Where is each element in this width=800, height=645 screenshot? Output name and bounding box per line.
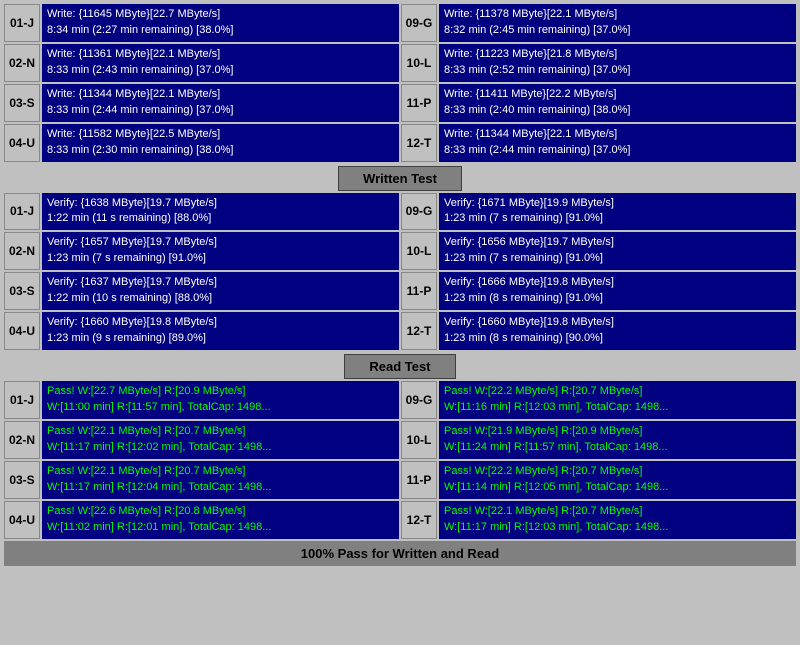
read-row-1: 01-J Pass! W:[22.7 MByte/s] R:[20.9 MByt…	[4, 381, 796, 419]
written-test-header: Written Test	[4, 166, 796, 191]
read-test-header: Read Test	[4, 354, 796, 379]
read-id-11p: 11-P	[401, 461, 437, 499]
main-container: 01-J Write: {11645 MByte}[22.7 MByte/s] …	[0, 0, 800, 570]
footer-bar: 100% Pass for Written and Read	[4, 541, 796, 566]
read-row-2: 02-N Pass! W:[22.1 MByte/s] R:[20.7 MByt…	[4, 421, 796, 459]
verify-data-03s: Verify: {1637 MByte}[19.7 MByte/s] 1:22 …	[42, 272, 399, 310]
write-data-12t: Write: {11344 MByte}[22.1 MByte/s] 8:33 …	[439, 124, 796, 162]
read-data-03s: Pass! W:[22.1 MByte/s] R:[20.7 MByte/s] …	[42, 461, 399, 499]
write-data-11p: Write: {11411 MByte}[22.2 MByte/s] 8:33 …	[439, 84, 796, 122]
read-data-01j: Pass! W:[22.7 MByte/s] R:[20.9 MByte/s] …	[42, 381, 399, 419]
write-id-09g: 09-G	[401, 4, 437, 42]
read-id-09g: 09-G	[401, 381, 437, 419]
verify-row-1: 01-J Verify: {1638 MByte}[19.7 MByte/s] …	[4, 193, 796, 231]
verify-id-09g: 09-G	[401, 193, 437, 231]
verify-data-02n: Verify: {1657 MByte}[19.7 MByte/s] 1:23 …	[42, 232, 399, 270]
read-data-11p: Pass! W:[22.2 MByte/s] R:[20.7 MByte/s] …	[439, 461, 796, 499]
verify-data-12t: Verify: {1660 MByte}[19.8 MByte/s] 1:23 …	[439, 312, 796, 350]
write-id-11p: 11-P	[401, 84, 437, 122]
write-id-10l: 10-L	[401, 44, 437, 82]
verify-row-4: 04-U Verify: {1660 MByte}[19.8 MByte/s] …	[4, 312, 796, 350]
read-id-03s: 03-S	[4, 461, 40, 499]
verify-id-03s: 03-S	[4, 272, 40, 310]
write-data-09g: Write: {11378 MByte}[22.1 MByte/s] 8:32 …	[439, 4, 796, 42]
read-section: 01-J Pass! W:[22.7 MByte/s] R:[20.9 MByt…	[4, 381, 796, 539]
read-id-02n: 02-N	[4, 421, 40, 459]
read-data-04u: Pass! W:[22.6 MByte/s] R:[20.8 MByte/s] …	[42, 501, 399, 539]
read-id-01j: 01-J	[4, 381, 40, 419]
verify-data-09g: Verify: {1671 MByte}[19.9 MByte/s] 1:23 …	[439, 193, 796, 231]
write-id-02n: 02-N	[4, 44, 40, 82]
verify-id-10l: 10-L	[401, 232, 437, 270]
verify-data-04u: Verify: {1660 MByte}[19.8 MByte/s] 1:23 …	[42, 312, 399, 350]
verify-id-02n: 02-N	[4, 232, 40, 270]
verify-data-11p: Verify: {1666 MByte}[19.8 MByte/s] 1:23 …	[439, 272, 796, 310]
verify-row-3: 03-S Verify: {1637 MByte}[19.7 MByte/s] …	[4, 272, 796, 310]
write-id-12t: 12-T	[401, 124, 437, 162]
verify-id-04u: 04-U	[4, 312, 40, 350]
verify-data-10l: Verify: {1656 MByte}[19.7 MByte/s] 1:23 …	[439, 232, 796, 270]
read-row-4: 04-U Pass! W:[22.6 MByte/s] R:[20.8 MByt…	[4, 501, 796, 539]
verify-data-01j: Verify: {1638 MByte}[19.7 MByte/s] 1:22 …	[42, 193, 399, 231]
write-data-03s: Write: {11344 MByte}[22.1 MByte/s] 8:33 …	[42, 84, 399, 122]
read-data-02n: Pass! W:[22.1 MByte/s] R:[20.7 MByte/s] …	[42, 421, 399, 459]
write-data-04u: Write: {11582 MByte}[22.5 MByte/s] 8:33 …	[42, 124, 399, 162]
verify-section: 01-J Verify: {1638 MByte}[19.7 MByte/s] …	[4, 193, 796, 351]
write-row-1: 01-J Write: {11645 MByte}[22.7 MByte/s] …	[4, 4, 796, 42]
verify-row-2: 02-N Verify: {1657 MByte}[19.7 MByte/s] …	[4, 232, 796, 270]
write-row-3: 03-S Write: {11344 MByte}[22.1 MByte/s] …	[4, 84, 796, 122]
read-row-3: 03-S Pass! W:[22.1 MByte/s] R:[20.7 MByt…	[4, 461, 796, 499]
write-id-03s: 03-S	[4, 84, 40, 122]
write-id-01j: 01-J	[4, 4, 40, 42]
write-row-2: 02-N Write: {11361 MByte}[22.1 MByte/s] …	[4, 44, 796, 82]
verify-id-01j: 01-J	[4, 193, 40, 231]
write-data-02n: Write: {11361 MByte}[22.1 MByte/s] 8:33 …	[42, 44, 399, 82]
read-data-10l: Pass! W:[21.9 MByte/s] R:[20.9 MByte/s] …	[439, 421, 796, 459]
read-id-10l: 10-L	[401, 421, 437, 459]
write-section: 01-J Write: {11645 MByte}[22.7 MByte/s] …	[4, 4, 796, 162]
write-row-4: 04-U Write: {11582 MByte}[22.5 MByte/s] …	[4, 124, 796, 162]
verify-id-11p: 11-P	[401, 272, 437, 310]
write-data-10l: Write: {11223 MByte}[21.8 MByte/s] 8:33 …	[439, 44, 796, 82]
read-data-12t: Pass! W:[22.1 MByte/s] R:[20.7 MByte/s] …	[439, 501, 796, 539]
verify-id-12t: 12-T	[401, 312, 437, 350]
read-id-04u: 04-U	[4, 501, 40, 539]
write-data-01j: Write: {11645 MByte}[22.7 MByte/s] 8:34 …	[42, 4, 399, 42]
write-id-04u: 04-U	[4, 124, 40, 162]
read-id-12t: 12-T	[401, 501, 437, 539]
read-data-09g: Pass! W:[22.2 MByte/s] R:[20.7 MByte/s] …	[439, 381, 796, 419]
